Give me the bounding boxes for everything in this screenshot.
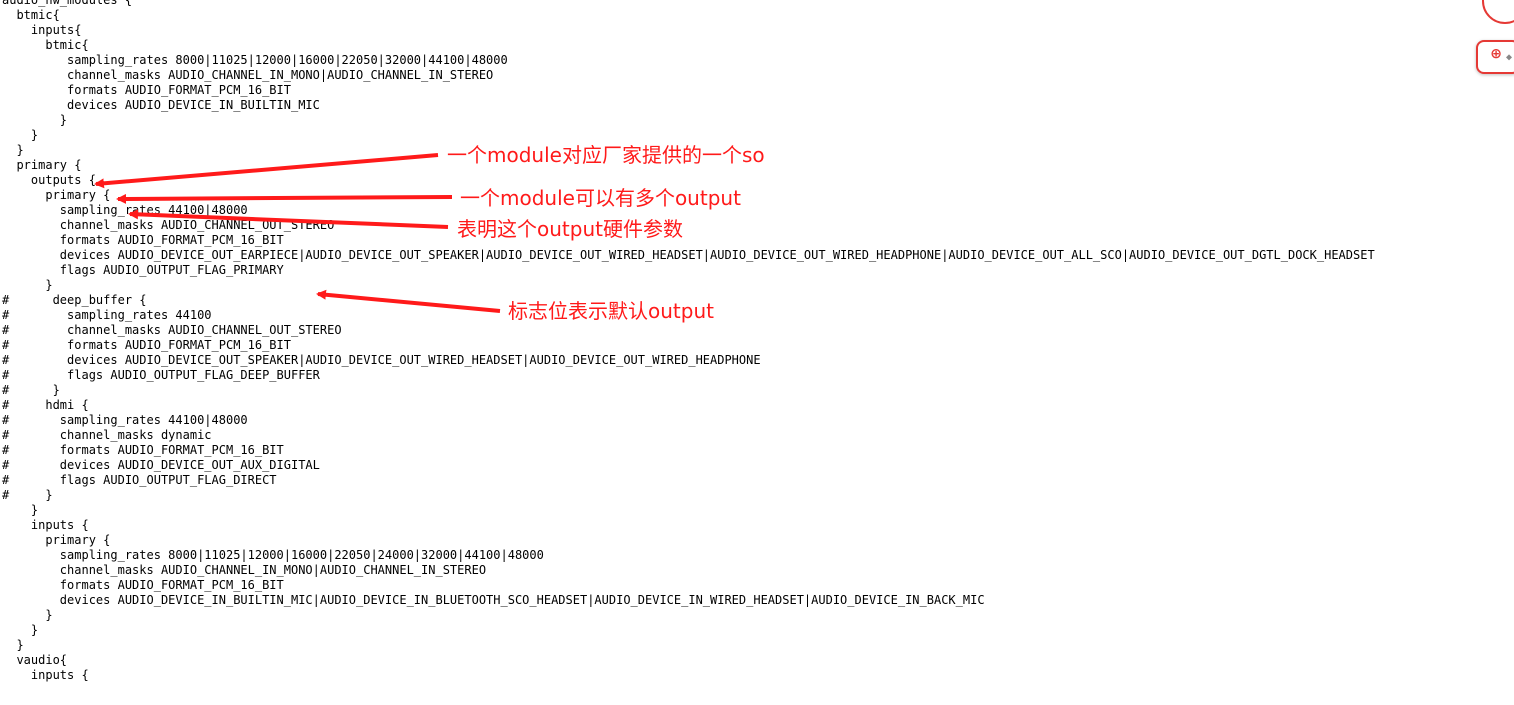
arrow-outputs xyxy=(116,193,453,204)
annotation-outputs: 一个module可以有多个output xyxy=(460,186,741,210)
arrow-so xyxy=(94,153,439,189)
mascot-dot-icon: ◆ xyxy=(1505,52,1512,63)
annotation-arrows xyxy=(94,153,501,313)
arrow-primary xyxy=(128,209,449,229)
assistant-mascot[interactable]: ⊕ ◆ xyxy=(1464,0,1514,75)
annotation-flag: 标志位表示默认output xyxy=(508,299,714,323)
annotation-hw-params: 表明这个output硬件参数 xyxy=(457,217,683,241)
mascot-badge-icon: ⊕ xyxy=(1490,46,1502,62)
annotation-so: 一个module对应厂家提供的一个so xyxy=(447,143,765,167)
arrow-flags xyxy=(316,289,501,313)
mascot-head-icon xyxy=(1482,0,1514,24)
